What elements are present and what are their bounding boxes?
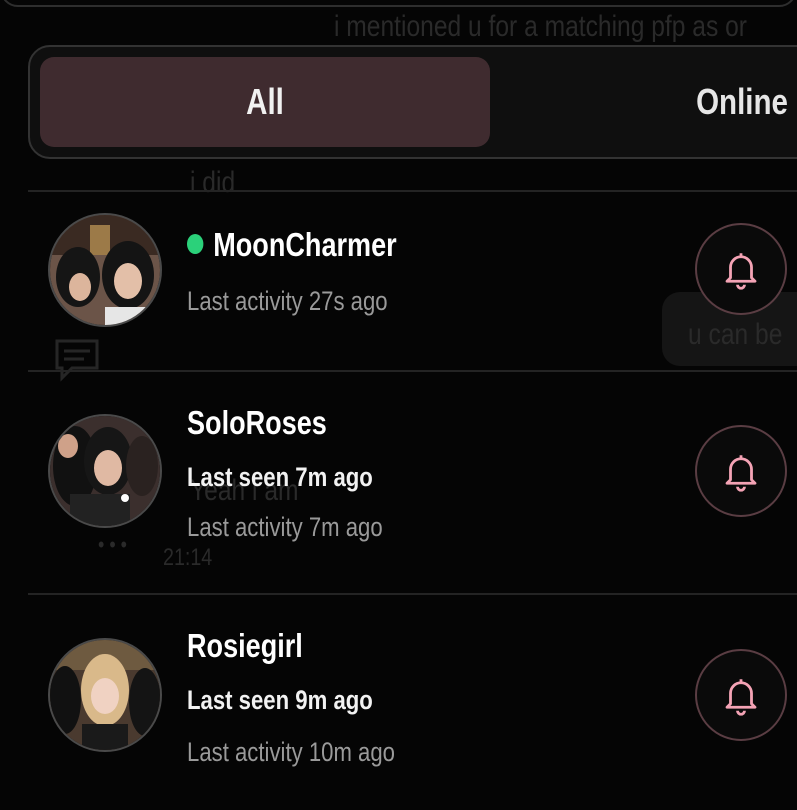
user-row-rosiegirl[interactable]: Rosiegirl Last seen 9m ago Last activity… [0,595,797,810]
avatar[interactable] [48,213,162,327]
last-activity: Last activity 7m ago [187,512,383,542]
notify-button[interactable] [695,649,787,741]
avatar-photo [50,640,160,750]
user-row-mooncharmer[interactable]: MoonCharmer Last activity 27s ago [0,192,797,370]
online-indicator [187,234,204,255]
avatar[interactable] [48,414,162,528]
notify-button[interactable] [695,223,787,315]
bell-icon [725,455,757,492]
notify-button[interactable] [695,425,787,517]
avatar-photo [50,215,160,325]
username[interactable]: Rosiegirl [187,627,303,665]
tab-all[interactable]: All [40,57,490,147]
last-activity: Last activity 27s ago [187,286,388,316]
avatar-photo [50,416,160,526]
bell-icon [725,679,757,716]
username[interactable]: SoloRoses [187,404,327,442]
tab-online[interactable]: Online [490,57,797,147]
last-seen: Last seen 7m ago [187,462,373,492]
avatar[interactable] [48,638,162,752]
username[interactable]: MoonCharmer [187,226,397,264]
last-seen: Last seen 9m ago [187,685,373,715]
last-activity: Last activity 10m ago [187,737,395,767]
bg-message-top: i mentioned u for a matching pfp as or [334,10,747,43]
filter-tabs: All Online [28,45,797,159]
top-panel-edge [0,0,797,7]
user-row-soloroses[interactable]: SoloRoses Last seen 7m ago Last activity… [0,372,797,592]
bell-icon [725,253,757,290]
